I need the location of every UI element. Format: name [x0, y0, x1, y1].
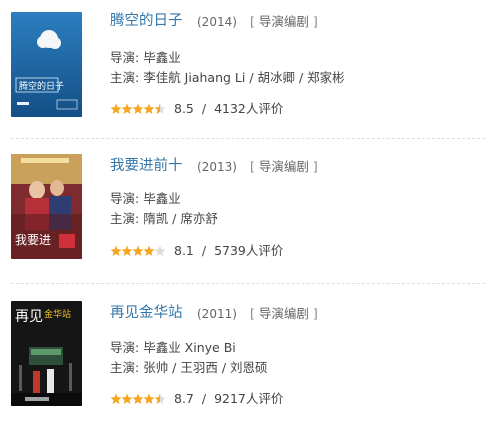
star-icon [121, 245, 133, 256]
star-icon [154, 103, 166, 114]
star-icon [154, 393, 166, 404]
rating-stars [110, 245, 166, 257]
tag-bracket-left: [ [250, 159, 259, 174]
star-icon [132, 103, 144, 114]
film-year: (2013) [197, 160, 237, 174]
divider [11, 283, 485, 284]
rating-score-line: 8.1 / 5739人评价 [174, 244, 283, 258]
director-line: 导演: 毕鑫业 [110, 50, 181, 66]
poster-image[interactable]: 再见 金华站 [11, 301, 82, 406]
review-count[interactable]: 5739人评价 [214, 243, 283, 258]
divider [11, 138, 485, 139]
cast-names: 张帅 / 王羽西 / 刘恩硕 [143, 360, 268, 375]
rating-separator: / [201, 101, 207, 116]
rating-separator: / [201, 243, 207, 258]
star-icon [121, 393, 133, 404]
star-icon [143, 103, 155, 114]
cast-label: 主演: [110, 211, 140, 226]
cast-line: 主演: 隋凯 / 席亦舒 [110, 211, 218, 227]
tag-bracket-left: [ [250, 14, 259, 29]
stars-svg [110, 393, 166, 404]
rating-score-line: 8.7 / 9217人评价 [174, 392, 283, 406]
rating-score-line: 8.5 / 4132人评价 [174, 102, 283, 116]
poster-image[interactable]: 腾空的日子 [11, 12, 82, 117]
cast-line: 主演: 李佳航 Jiahang Li / 胡冰卿 / 郑家彬 [110, 70, 345, 86]
director-name: 毕鑫业 [143, 50, 181, 65]
cast-names: 隋凯 / 席亦舒 [143, 211, 218, 226]
role-tag-label: 导演编剧 [258, 159, 309, 174]
role-tag-label: 导演编剧 [258, 14, 309, 29]
rating-value: 8.7 [174, 391, 194, 406]
star-icon [132, 245, 144, 256]
director-label: 导演: [110, 340, 140, 355]
stars-svg [110, 245, 166, 256]
cast-names: 李佳航 Jiahang Li / 胡冰卿 / 郑家彬 [143, 70, 345, 85]
film-title-link[interactable]: 腾空的日子 [110, 12, 183, 30]
tag-bracket-right: ] [308, 14, 318, 29]
review-count[interactable]: 9217人评价 [214, 391, 283, 406]
rating-stars [110, 103, 166, 115]
cast-label: 主演: [110, 360, 140, 375]
star-icon [143, 245, 155, 256]
poster-title-text: 再见 [15, 309, 43, 325]
star-icon [143, 393, 155, 404]
rating-value: 8.1 [174, 243, 194, 258]
role-tag: [ 导演编剧 ] [250, 13, 318, 31]
cast-label: 主演: [110, 70, 140, 85]
director-name: 毕鑫业 [143, 191, 181, 206]
tag-bracket-right: ] [308, 306, 318, 321]
tag-bracket-right: ] [308, 159, 318, 174]
poster-title-text-2: 金华站 [44, 308, 71, 320]
film-item: 腾空的日子 腾空的日子 (2014) [ 导演编剧 ] 导演: 毕鑫业 主演: … [0, 10, 496, 134]
star-icon [110, 245, 122, 256]
stars-svg [110, 103, 166, 114]
role-tag-label: 导演编剧 [258, 306, 309, 321]
role-tag: [ 导演编剧 ] [250, 305, 318, 323]
star-icon [110, 103, 122, 114]
film-year: (2011) [197, 307, 237, 321]
star-icon [121, 103, 133, 114]
film-title-link[interactable]: 再见金华站 [110, 304, 183, 322]
director-label: 导演: [110, 191, 140, 206]
rating-stars [110, 393, 166, 405]
poster-title-text: 我要进 [15, 233, 51, 247]
director-name: 毕鑫业 Xinye Bi [143, 340, 236, 355]
poster-image[interactable]: 我要进 [11, 154, 82, 259]
rating-value: 8.5 [174, 101, 194, 116]
review-count[interactable]: 4132人评价 [214, 101, 283, 116]
cast-line: 主演: 张帅 / 王羽西 / 刘恩硕 [110, 360, 268, 376]
star-icon [154, 245, 166, 256]
poster-title-text: 腾空的日子 [19, 80, 64, 92]
film-year: (2014) [197, 15, 237, 29]
film-title-link[interactable]: 我要进前十 [110, 157, 183, 175]
director-line: 导演: 毕鑫业 Xinye Bi [110, 340, 236, 356]
film-item: 我要进 我要进前十 (2013) [ 导演编剧 ] 导演: 毕鑫业 主演: 隋凯… [0, 154, 496, 278]
star-icon [110, 393, 122, 404]
star-icon [132, 393, 144, 404]
tag-bracket-left: [ [250, 306, 259, 321]
director-line: 导演: 毕鑫业 [110, 191, 181, 207]
rating-separator: / [201, 391, 207, 406]
film-item: 再见 金华站 再见金华站 (2011) [ 导演编剧 ] 导演: 毕鑫业 Xin… [0, 301, 496, 425]
role-tag: [ 导演编剧 ] [250, 158, 318, 176]
director-label: 导演: [110, 50, 140, 65]
